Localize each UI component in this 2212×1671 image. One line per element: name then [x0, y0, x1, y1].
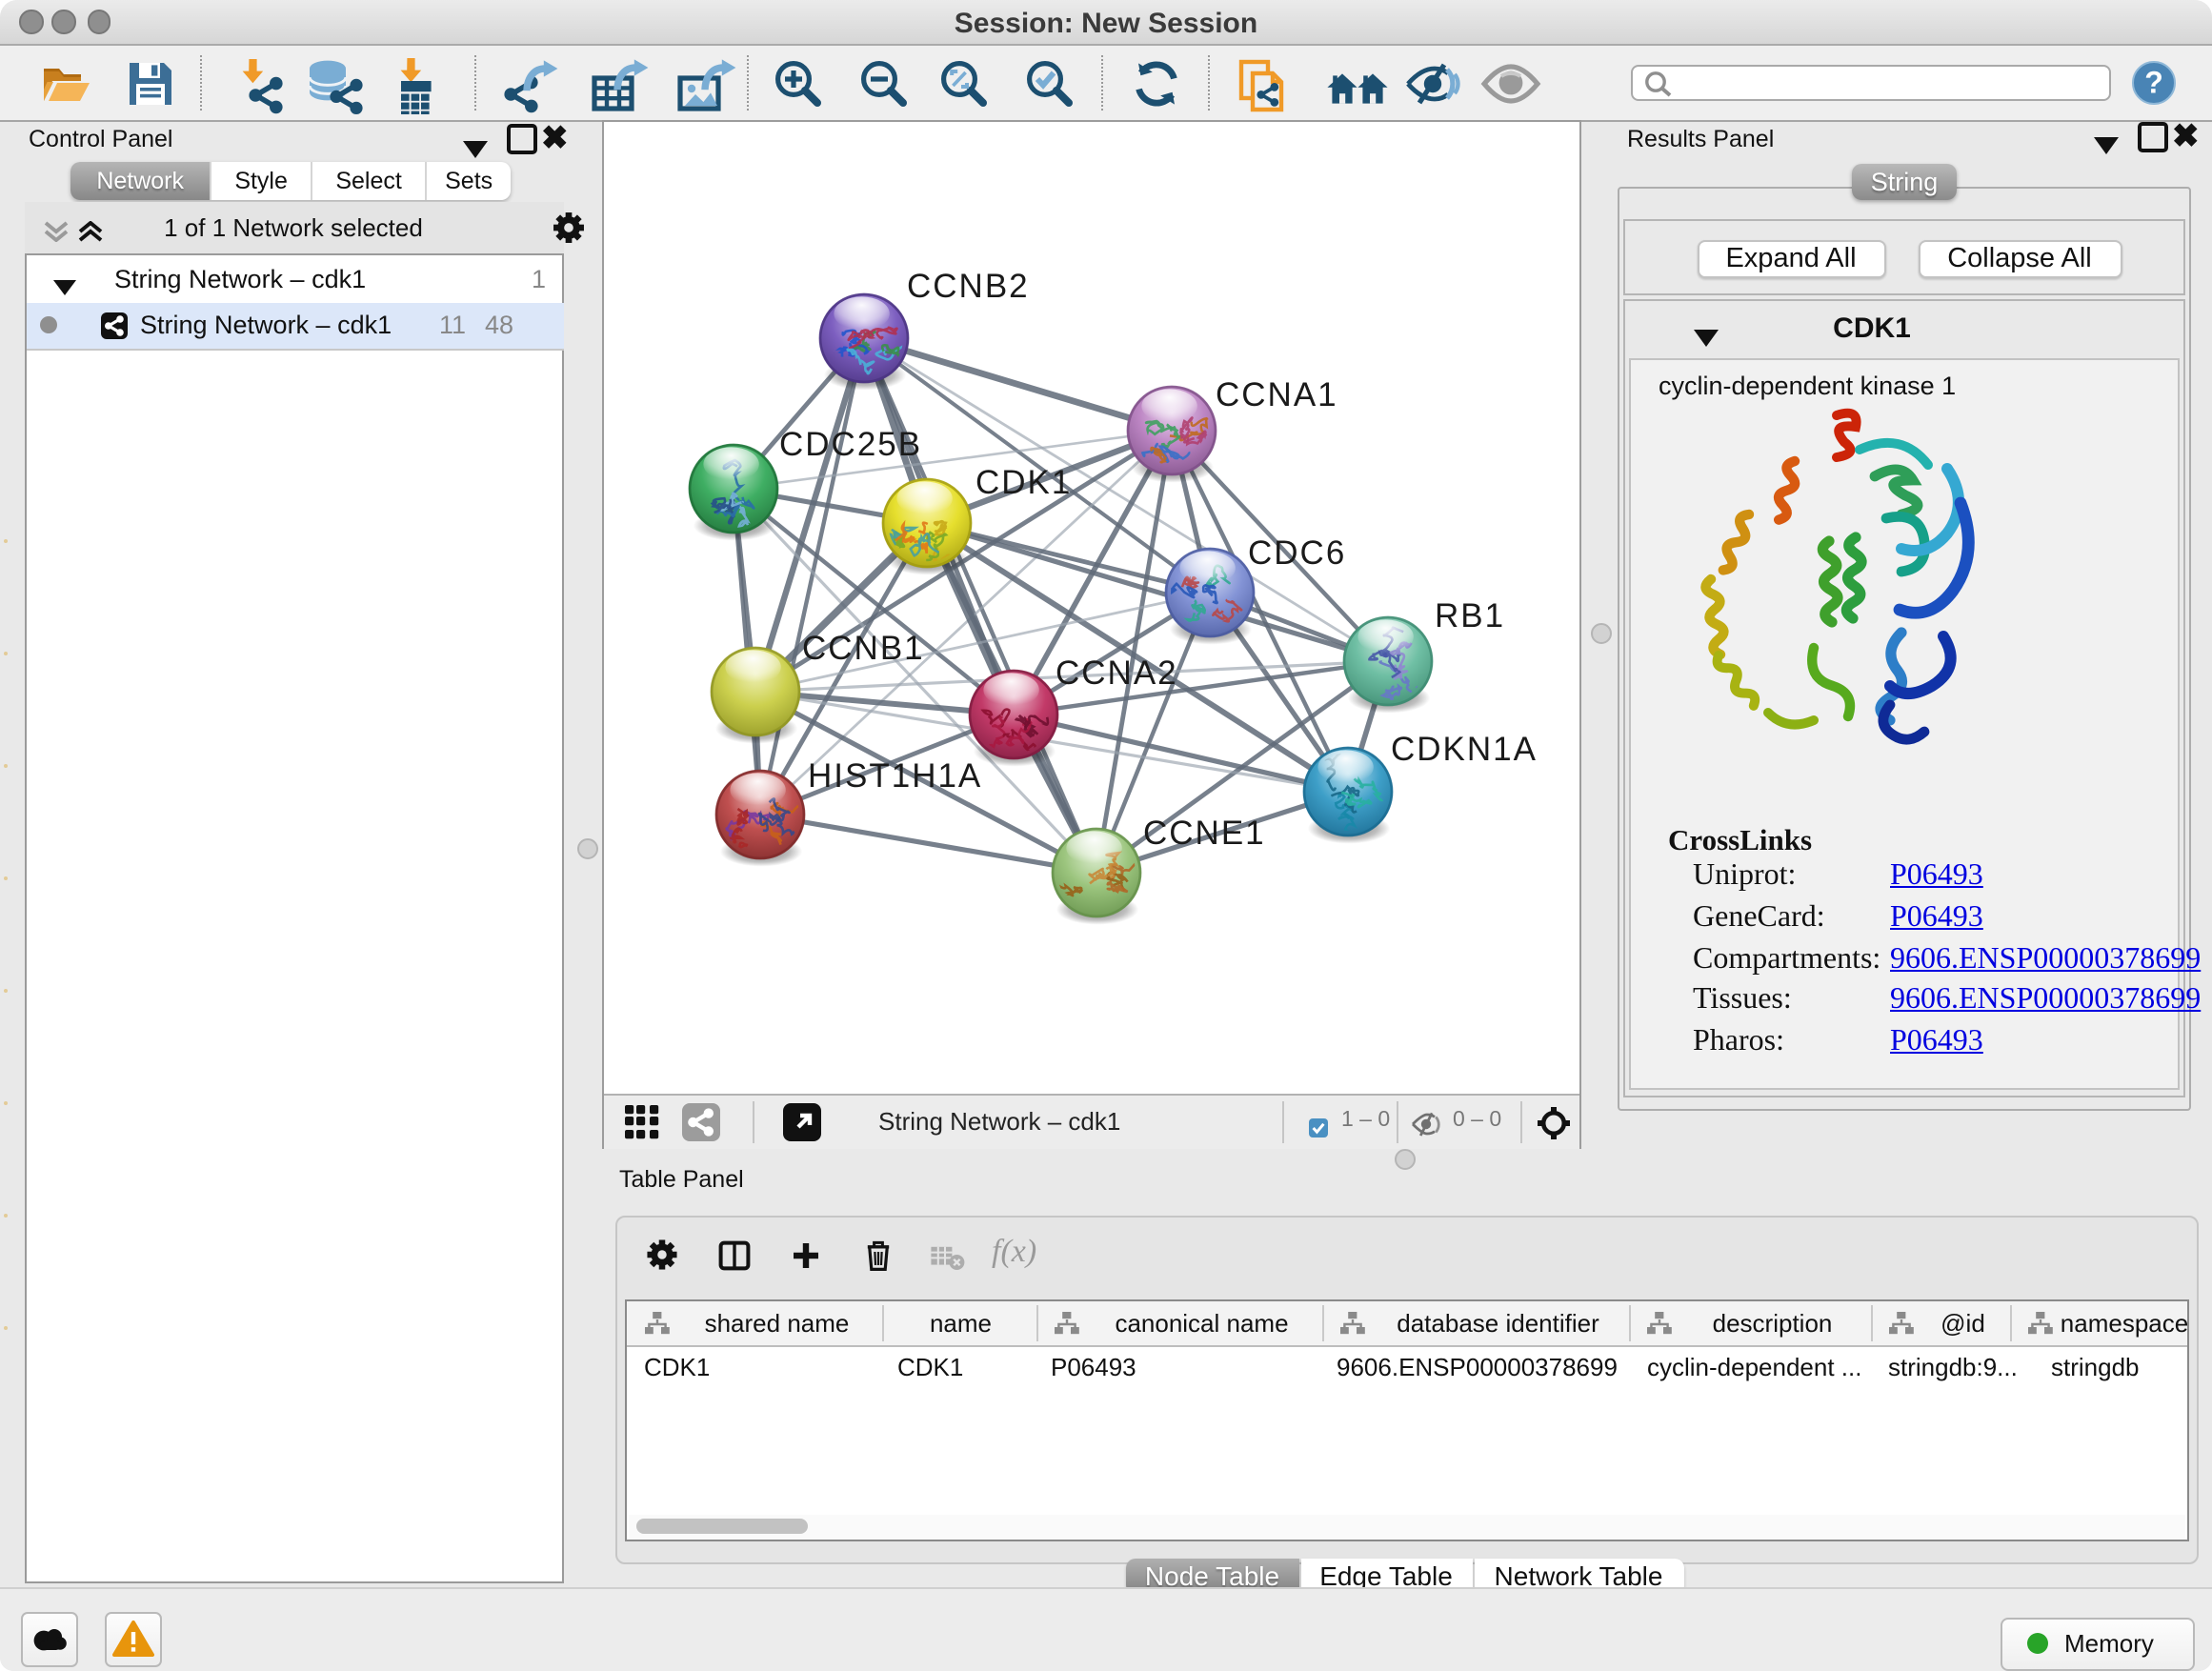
svg-text:?: ? — [2144, 65, 2163, 99]
svg-text:CCNB2: CCNB2 — [907, 267, 1030, 304]
svg-text:RB1: RB1 — [1435, 596, 1505, 634]
svg-text:CDK1: CDK1 — [975, 463, 1072, 500]
svg-text:CDC25B: CDC25B — [779, 425, 922, 462]
svg-text:CCNE1: CCNE1 — [1143, 814, 1266, 851]
svg-text:CCNA1: CCNA1 — [1216, 375, 1338, 413]
svg-text:CDC6: CDC6 — [1248, 534, 1346, 571]
svg-text:CCNB1: CCNB1 — [802, 629, 925, 666]
svg-text:CDKN1A: CDKN1A — [1391, 730, 1538, 767]
svg-text:CCNA2: CCNA2 — [1056, 654, 1178, 691]
svg-text:HIST1H1A: HIST1H1A — [808, 756, 982, 794]
